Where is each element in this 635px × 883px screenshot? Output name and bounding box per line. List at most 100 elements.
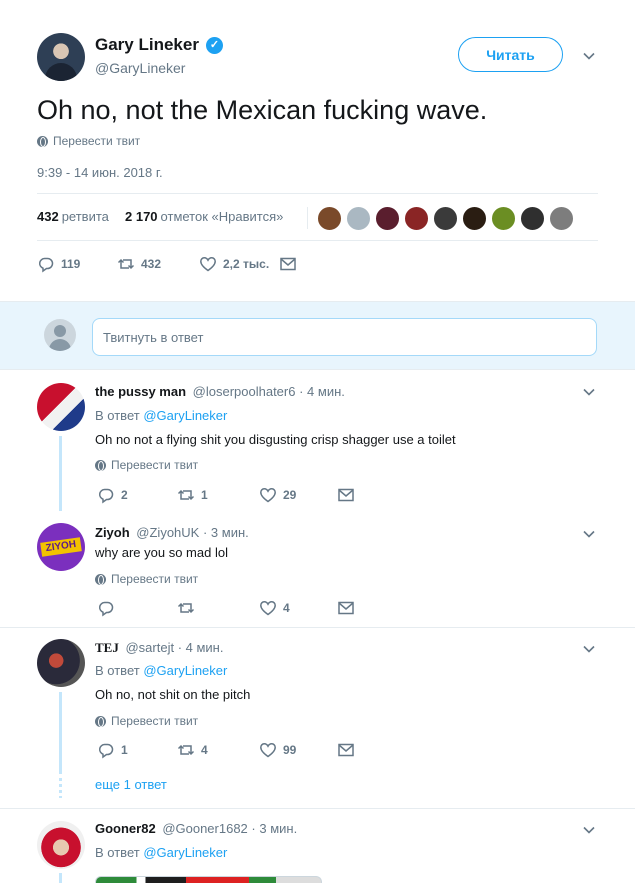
reply-tweet[interactable]: Gooner82 @Gooner1682 · 3 мин. В ответ @G… <box>0 809 635 883</box>
follow-button[interactable]: Читать <box>458 37 563 72</box>
media-card[interactable] <box>95 876 322 883</box>
retweets-label: ретвита <box>61 209 109 224</box>
show-more-replies-link[interactable]: еще 1 ответ <box>95 777 167 792</box>
translate-label: Перевести твит <box>111 572 199 586</box>
retweet-action[interactable]: 432 <box>117 255 161 273</box>
reply-text: Oh no, not shit on the pitch <box>95 687 251 702</box>
retweet-count: 4 <box>201 743 208 757</box>
retweet-icon <box>177 602 195 614</box>
reply-tweet[interactable]: ZIYOH Ziyoh @ZiyohUK · 3 мин. why are yo… <box>0 515 635 627</box>
in-reply-to: В ответ @GaryLineker <box>95 663 227 678</box>
in-reply-to: В ответ @GaryLineker <box>95 845 227 860</box>
translate-link[interactable]: Перевести твит <box>95 458 198 472</box>
avatar[interactable] <box>37 383 85 431</box>
reply-author-name[interactable]: Ziyoh <box>95 525 130 540</box>
reply-time[interactable]: · 3 мин. <box>251 821 297 836</box>
chevron-down-icon[interactable] <box>582 823 596 837</box>
retweet-action[interactable]: 4 <box>177 741 208 759</box>
liker-avatar[interactable] <box>404 206 429 231</box>
chevron-down-icon[interactable] <box>582 49 596 63</box>
retweets-stat[interactable]: 432 ретвита <box>37 209 109 224</box>
reply-header: Ziyoh @ZiyohUK · 3 мин. <box>95 525 249 540</box>
like-count: 99 <box>283 743 297 757</box>
reply-text: Oh no not a flying shit you disgusting c… <box>95 432 456 447</box>
translate-link[interactable]: Перевести твит <box>95 714 198 728</box>
reply-action[interactable]: 2 <box>97 486 128 504</box>
reply-author-name[interactable]: TEJ <box>95 640 119 655</box>
reply-time[interactable]: · 3 мин. <box>203 525 249 540</box>
translate-link[interactable]: Перевести твит <box>37 134 140 148</box>
chevron-down-icon[interactable] <box>582 527 596 541</box>
heart-icon <box>260 488 276 503</box>
reply-author-handle[interactable]: @loserpoolhater6 <box>193 384 296 399</box>
handle[interactable]: @GaryLineker <box>95 60 185 76</box>
reply-icon <box>39 257 54 273</box>
liker-avatar[interactable] <box>433 206 458 231</box>
like-action[interactable]: 4 <box>259 599 290 617</box>
reply-time[interactable]: · 4 мин. <box>178 640 224 655</box>
avatar[interactable]: ZIYOH <box>37 523 85 571</box>
liker-avatar[interactable] <box>462 206 487 231</box>
reply-count: 119 <box>61 257 81 271</box>
reply-count: 1 <box>121 743 128 757</box>
likes-stat[interactable]: 2 170 отметок «Нравится» <box>125 209 283 224</box>
reply-author-name[interactable]: Gooner82 <box>95 821 156 836</box>
display-name[interactable]: Gary Lineker <box>95 35 199 55</box>
reply-actions: 1 4 99 <box>97 741 367 761</box>
message-action[interactable] <box>279 255 297 273</box>
message-action[interactable] <box>337 741 355 759</box>
reply-header: the pussy man @loserpoolhater6 · 4 мин. <box>95 384 345 399</box>
reply-author-name[interactable]: the pussy man <box>95 384 186 399</box>
message-action[interactable] <box>337 486 355 504</box>
chevron-down-icon[interactable] <box>582 385 596 399</box>
like-action[interactable]: 99 <box>259 741 296 759</box>
translate-label: Перевести твит <box>111 714 199 728</box>
reply-tweet[interactable]: TEJ @sartejt · 4 мин. В ответ @GaryLinek… <box>0 628 635 808</box>
heart-icon <box>260 743 276 758</box>
reply-author-handle[interactable]: @Gooner1682 <box>162 821 247 836</box>
liker-avatar[interactable] <box>549 206 574 231</box>
divider <box>307 207 308 229</box>
like-count: 4 <box>283 601 290 615</box>
reply-input[interactable] <box>92 318 597 356</box>
avatar[interactable] <box>37 821 85 869</box>
liker-avatar[interactable] <box>491 206 516 231</box>
retweet-count: 1 <box>201 488 208 502</box>
reply-header: Gooner82 @Gooner1682 · 3 мин. <box>95 821 297 836</box>
liker-avatar[interactable] <box>346 206 371 231</box>
like-count: 2,2 тыс. <box>223 257 270 271</box>
reply-actions: 2 1 29 <box>97 486 367 506</box>
liker-avatar[interactable] <box>520 206 545 231</box>
reply-tweet[interactable]: the pussy man @loserpoolhater6 · 4 мин. … <box>0 370 635 515</box>
in-reply-link[interactable]: @GaryLineker <box>143 845 227 860</box>
reply-action[interactable]: 119 <box>37 255 80 273</box>
retweet-icon <box>117 258 135 270</box>
chevron-down-icon[interactable] <box>582 642 596 656</box>
timestamp[interactable]: 9:39 - 14 июн. 2018 г. <box>37 165 163 180</box>
retweet-action[interactable]: 1 <box>177 486 208 504</box>
reply-author-handle[interactable]: @sartejt <box>125 640 174 655</box>
reply-author-handle[interactable]: @ZiyohUK <box>136 525 199 540</box>
main-tweet: Gary Lineker ✓ @GaryLineker Читать Oh no… <box>0 0 635 302</box>
translate-link[interactable]: Перевести твит <box>95 572 198 586</box>
envelope-icon <box>338 601 354 615</box>
envelope-icon <box>338 743 354 757</box>
likes-label: отметок «Нравится» <box>160 209 284 224</box>
like-action[interactable]: 2,2 тыс. <box>199 255 269 273</box>
in-reply-to: В ответ @GaryLineker <box>95 408 227 423</box>
reply-action[interactable]: 1 <box>97 741 128 759</box>
avatar[interactable] <box>37 639 85 687</box>
liker-avatar[interactable] <box>375 206 400 231</box>
in-reply-link[interactable]: @GaryLineker <box>143 408 227 423</box>
reply-time[interactable]: · 4 мин. <box>299 384 345 399</box>
tweet-text: Oh no, not the Mexican fucking wave. <box>37 95 488 125</box>
liker-avatar[interactable] <box>317 206 342 231</box>
like-action[interactable]: 29 <box>259 486 296 504</box>
message-action[interactable] <box>337 599 355 617</box>
retweet-action[interactable] <box>177 599 195 617</box>
heart-icon <box>260 601 276 616</box>
in-reply-link[interactable]: @GaryLineker <box>143 663 227 678</box>
like-count: 29 <box>283 488 297 502</box>
avatar[interactable] <box>37 33 85 81</box>
reply-action[interactable] <box>97 599 115 617</box>
